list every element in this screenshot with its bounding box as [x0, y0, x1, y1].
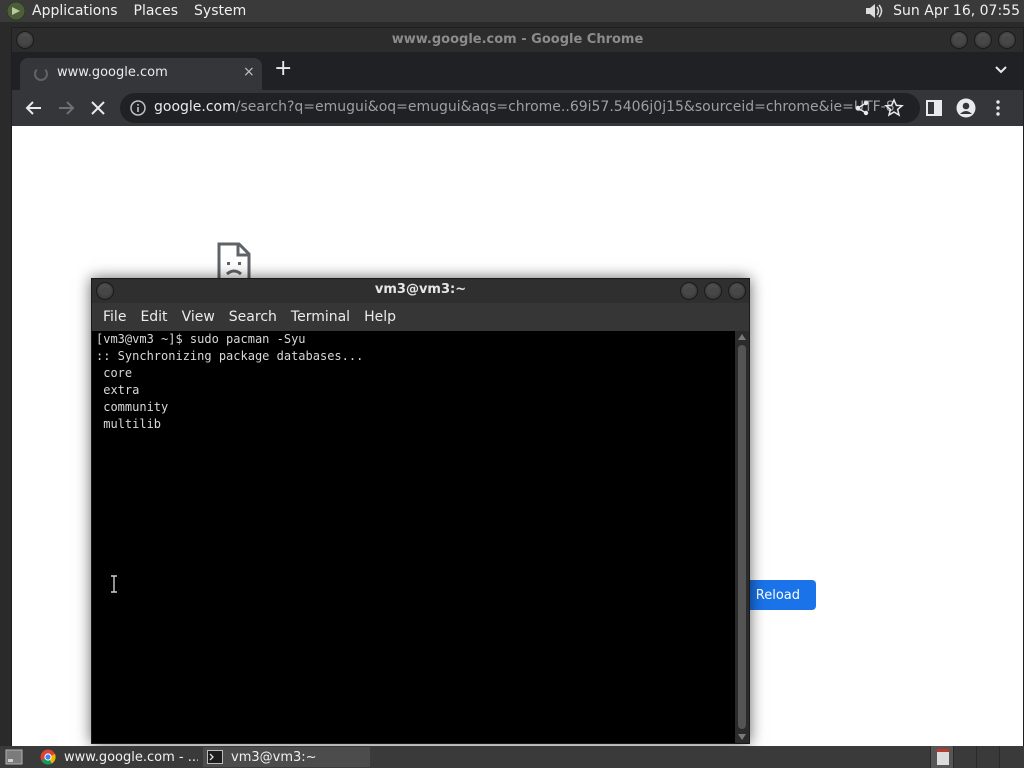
kebab-menu-icon[interactable] [988, 98, 1008, 118]
tab-google[interactable]: www.google.com × [20, 58, 262, 90]
menu-help[interactable]: Help [357, 309, 403, 325]
terminal-close-button[interactable] [728, 282, 746, 300]
chrome-icon [40, 749, 56, 765]
tab-close-icon[interactable]: × [243, 64, 255, 80]
reload-button[interactable]: Reload [744, 580, 816, 610]
close-button[interactable] [998, 31, 1016, 49]
back-arrow-icon[interactable] [24, 98, 44, 118]
menu-edit[interactable]: Edit [133, 309, 174, 325]
taskbar-item-chrome[interactable]: www.google.com - ... [36, 747, 198, 767]
scroll-up-arrow-icon[interactable] [738, 334, 746, 340]
workspace-2[interactable] [953, 746, 976, 768]
site-info-icon[interactable] [130, 100, 146, 116]
workspace-3[interactable] [976, 746, 999, 768]
bookmark-star-icon[interactable] [884, 98, 904, 118]
address-bar[interactable]: google.com/search?q=emugui&oq=emugui&aqs… [120, 93, 920, 123]
taskbar-item-terminal[interactable]: vm3@vm3:~ [203, 747, 370, 767]
tab-strip: www.google.com × + [12, 52, 1023, 90]
mouse-ibeam-cursor-icon [111, 575, 117, 593]
url-path: /search?q=emugui&oq=emugui&aqs=chrome..6… [235, 99, 895, 115]
tab-title: www.google.com [57, 65, 168, 80]
menu-file[interactable]: File [96, 309, 133, 325]
chrome-toolbar: google.com/search?q=emugui&oq=emugui&aqs… [12, 90, 1023, 126]
chrome-titlebar[interactable]: www.google.com - Google Chrome [12, 28, 1023, 52]
taskbar-item-label: www.google.com - ... [64, 749, 198, 765]
bottom-panel: www.google.com - ... vm3@vm3:~ [0, 746, 1024, 768]
clock[interactable]: Sun Apr 16, 07:55 [893, 3, 1020, 19]
terminal-maximize-button[interactable] [704, 282, 722, 300]
show-desktop-icon[interactable] [5, 749, 23, 765]
terminal-titlebar[interactable]: vm3@vm3:~ [92, 279, 749, 303]
loading-spinner-icon [34, 67, 48, 81]
workspace-4[interactable] [999, 746, 1022, 768]
terminal-output[interactable]: [vm3@vm3 ~]$ sudo pacman -Syu :: Synchro… [92, 331, 735, 743]
side-panel-icon[interactable] [924, 98, 944, 118]
terminal-minimize-button[interactable] [680, 282, 698, 300]
forward-arrow-icon[interactable] [56, 98, 76, 118]
share-icon[interactable] [852, 98, 872, 118]
url-host: google.com [154, 99, 236, 115]
volume-icon[interactable] [863, 1, 885, 21]
url-text[interactable]: google.com/search?q=emugui&oq=emugui&aqs… [154, 99, 895, 115]
terminal-scrollbar[interactable] [735, 331, 749, 743]
terminal-icon [207, 750, 223, 764]
sad-page-icon [217, 242, 251, 282]
workspace-1[interactable] [930, 746, 953, 768]
taskbar-item-label: vm3@vm3:~ [231, 749, 317, 765]
terminal-menubar: File Edit View Search Terminal Help [92, 303, 749, 331]
terminal-window: vm3@vm3:~ File Edit View Search Terminal… [91, 278, 750, 744]
stop-loading-icon[interactable] [88, 98, 108, 118]
menu-search[interactable]: Search [222, 309, 284, 325]
applications-menu[interactable]: Applications [32, 3, 126, 19]
workspace-window-preview [937, 749, 949, 765]
top-panel: Applications Places System Sun Apr 16, 0… [0, 0, 1024, 22]
places-menu[interactable]: Places [126, 3, 187, 19]
scrollbar-thumb[interactable] [738, 345, 746, 729]
new-tab-button[interactable]: + [274, 57, 292, 81]
scroll-down-arrow-icon[interactable] [738, 734, 746, 740]
menu-terminal[interactable]: Terminal [284, 309, 357, 325]
tab-search-chevron-icon[interactable] [993, 61, 1009, 77]
profile-avatar-icon[interactable] [956, 98, 976, 118]
menu-view[interactable]: View [175, 309, 222, 325]
minimize-button[interactable] [950, 31, 968, 49]
system-menu[interactable]: System [186, 3, 254, 19]
distro-logo-icon[interactable] [6, 1, 26, 21]
chrome-window-title: www.google.com - Google Chrome [391, 32, 644, 47]
workspace-switcher [930, 746, 1024, 768]
maximize-button[interactable] [974, 31, 992, 49]
terminal-window-title: vm3@vm3:~ [374, 282, 467, 297]
